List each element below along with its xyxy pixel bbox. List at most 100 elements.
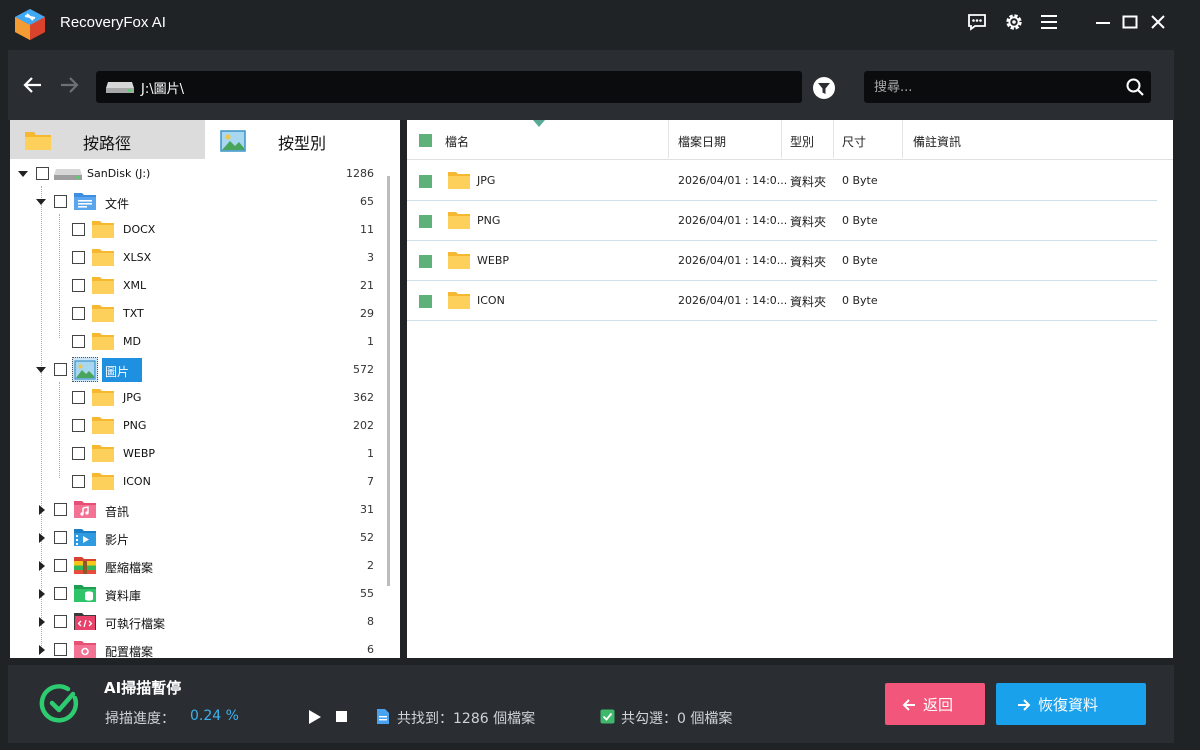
collapsed-arrow-icon[interactable] [36, 561, 46, 571]
tree-count: 52 [360, 531, 374, 544]
column-date[interactable]: 檔案日期 [678, 133, 726, 150]
tree-checkbox[interactable] [54, 615, 67, 628]
tree-item-xml[interactable]: XML 21 [10, 272, 382, 300]
path-bar[interactable]: J:\圖片\ [96, 71, 802, 103]
tree-item-config[interactable]: 配置檔案 6 [10, 636, 382, 658]
collapsed-arrow-icon[interactable] [36, 645, 46, 655]
row-checkbox[interactable] [419, 215, 432, 228]
folder-icon [92, 305, 114, 322]
select-all-checkbox[interactable] [419, 134, 432, 147]
tree-item-documents[interactable]: 文件 65 [10, 188, 382, 216]
search-input[interactable] [874, 71, 1114, 103]
tree-checkbox[interactable] [54, 363, 67, 376]
tree-checkbox[interactable] [72, 335, 85, 348]
tree-item-database[interactable]: 資料庫 55 [10, 580, 382, 608]
table-row[interactable]: PNG 2026/04/01 : 14:0... 資料夾 0 Byte [407, 201, 1157, 241]
sort-descending-icon [533, 120, 545, 127]
column-notes[interactable]: 備註資訊 [913, 133, 961, 150]
collapsed-arrow-icon[interactable] [36, 617, 46, 627]
tree-checkbox[interactable] [54, 587, 67, 600]
check-circle-icon [39, 684, 79, 723]
tree-item-audio[interactable]: 音訊 31 [10, 496, 382, 524]
tree-checkbox[interactable] [54, 531, 67, 544]
tree-checkbox[interactable] [54, 643, 67, 656]
table-header: 檔名 檔案日期 型別 尺寸 備註資訊 [407, 120, 1173, 160]
tree-checkbox[interactable] [72, 223, 85, 236]
tree-checkbox[interactable] [36, 167, 49, 180]
tree-checkbox[interactable] [72, 279, 85, 292]
row-checkbox[interactable] [419, 175, 432, 188]
forward-nav-button[interactable] [56, 72, 82, 98]
column-separator[interactable] [833, 120, 834, 158]
tab-by-type[interactable]: 按型別 [205, 120, 400, 159]
tree-item-docx[interactable]: DOCX 11 [10, 216, 382, 244]
table-row[interactable]: JPG 2026/04/01 : 14:0... 資料夾 0 Byte [407, 161, 1157, 201]
column-separator[interactable] [902, 120, 903, 158]
file-name: WEBP [477, 254, 510, 267]
column-size[interactable]: 尺寸 [842, 133, 866, 150]
tree-checkbox[interactable] [54, 195, 67, 208]
maximize-button[interactable] [1115, 8, 1145, 36]
minimize-button[interactable] [1088, 8, 1118, 36]
collapsed-arrow-icon[interactable] [36, 533, 46, 543]
tree-item-pictures[interactable]: 圖片 572 [10, 356, 382, 384]
tree-item-video[interactable]: 影片 52 [10, 524, 382, 552]
tree-label: 壓縮檔案 [105, 561, 154, 575]
search-icon[interactable] [1125, 77, 1145, 97]
column-name[interactable]: 檔名 [445, 133, 469, 150]
close-button[interactable] [1143, 8, 1173, 36]
tree-checkbox[interactable] [72, 447, 85, 460]
collapsed-arrow-icon[interactable] [36, 589, 46, 599]
stop-icon[interactable] [336, 711, 347, 722]
recover-button[interactable]: 恢復資料 [996, 683, 1146, 725]
column-separator[interactable] [668, 120, 669, 158]
row-checkbox[interactable] [419, 255, 432, 268]
tree-item-webp[interactable]: WEBP 1 [10, 440, 382, 468]
tree-item-jpg[interactable]: JPG 362 [10, 384, 382, 412]
tree-item-archive[interactable]: 壓縮檔案 2 [10, 552, 382, 580]
tree-checkbox[interactable] [72, 419, 85, 432]
column-type[interactable]: 型別 [790, 133, 814, 150]
tree-checkbox[interactable] [54, 503, 67, 516]
table-row[interactable]: WEBP 2026/04/01 : 14:0... 資料夾 0 Byte [407, 241, 1157, 281]
tree-item-md[interactable]: MD 1 [10, 328, 382, 356]
expanded-arrow-icon[interactable] [36, 365, 46, 375]
row-checkbox[interactable] [419, 295, 432, 308]
back-button[interactable]: 返回 [885, 683, 985, 725]
tree-count: 6 [367, 643, 374, 656]
tree-item-xlsx[interactable]: XLSX 3 [10, 244, 382, 272]
tree-checkbox[interactable] [72, 391, 85, 404]
filter-icon[interactable] [812, 76, 836, 100]
file-name: ICON [477, 294, 505, 307]
tree-checkbox[interactable] [72, 251, 85, 264]
tree-item-txt[interactable]: TXT 29 [10, 300, 382, 328]
tree-label: XLSX [123, 251, 152, 264]
column-separator[interactable] [781, 120, 782, 158]
document-icon [377, 709, 389, 724]
tree-checkbox[interactable] [54, 559, 67, 572]
table-row[interactable]: ICON 2026/04/01 : 14:0... 資料夾 0 Byte [407, 281, 1157, 321]
menu-button[interactable] [1034, 8, 1064, 36]
expanded-arrow-icon[interactable] [36, 197, 46, 207]
found-count: 共找到：1286 個檔案 [397, 711, 536, 727]
path-text: J:\圖片\ [141, 82, 184, 97]
settings-button[interactable] [999, 8, 1029, 36]
tree-item-png[interactable]: PNG 202 [10, 412, 382, 440]
play-icon[interactable] [307, 709, 323, 725]
feedback-button[interactable] [962, 8, 992, 36]
tree-label: 音訊 [105, 505, 130, 519]
tab-by-path[interactable]: 按路徑 [10, 120, 205, 159]
database-icon [74, 585, 96, 602]
tree-item-icon[interactable]: ICON 7 [10, 468, 382, 496]
tree-checkbox[interactable] [72, 307, 85, 320]
tree-item-drive[interactable]: SanDisk (J:) 1286 [10, 160, 382, 188]
tree-item-executable[interactable]: 可執行檔案 8 [10, 608, 382, 636]
expanded-arrow-icon[interactable] [18, 169, 28, 179]
back-nav-button[interactable] [20, 72, 46, 98]
minimize-icon [1096, 22, 1110, 24]
folder-icon [92, 473, 114, 490]
tree-scrollbar[interactable] [387, 176, 390, 586]
tree-count: 1286 [346, 167, 374, 180]
collapsed-arrow-icon[interactable] [36, 505, 46, 515]
tree-checkbox[interactable] [72, 475, 85, 488]
